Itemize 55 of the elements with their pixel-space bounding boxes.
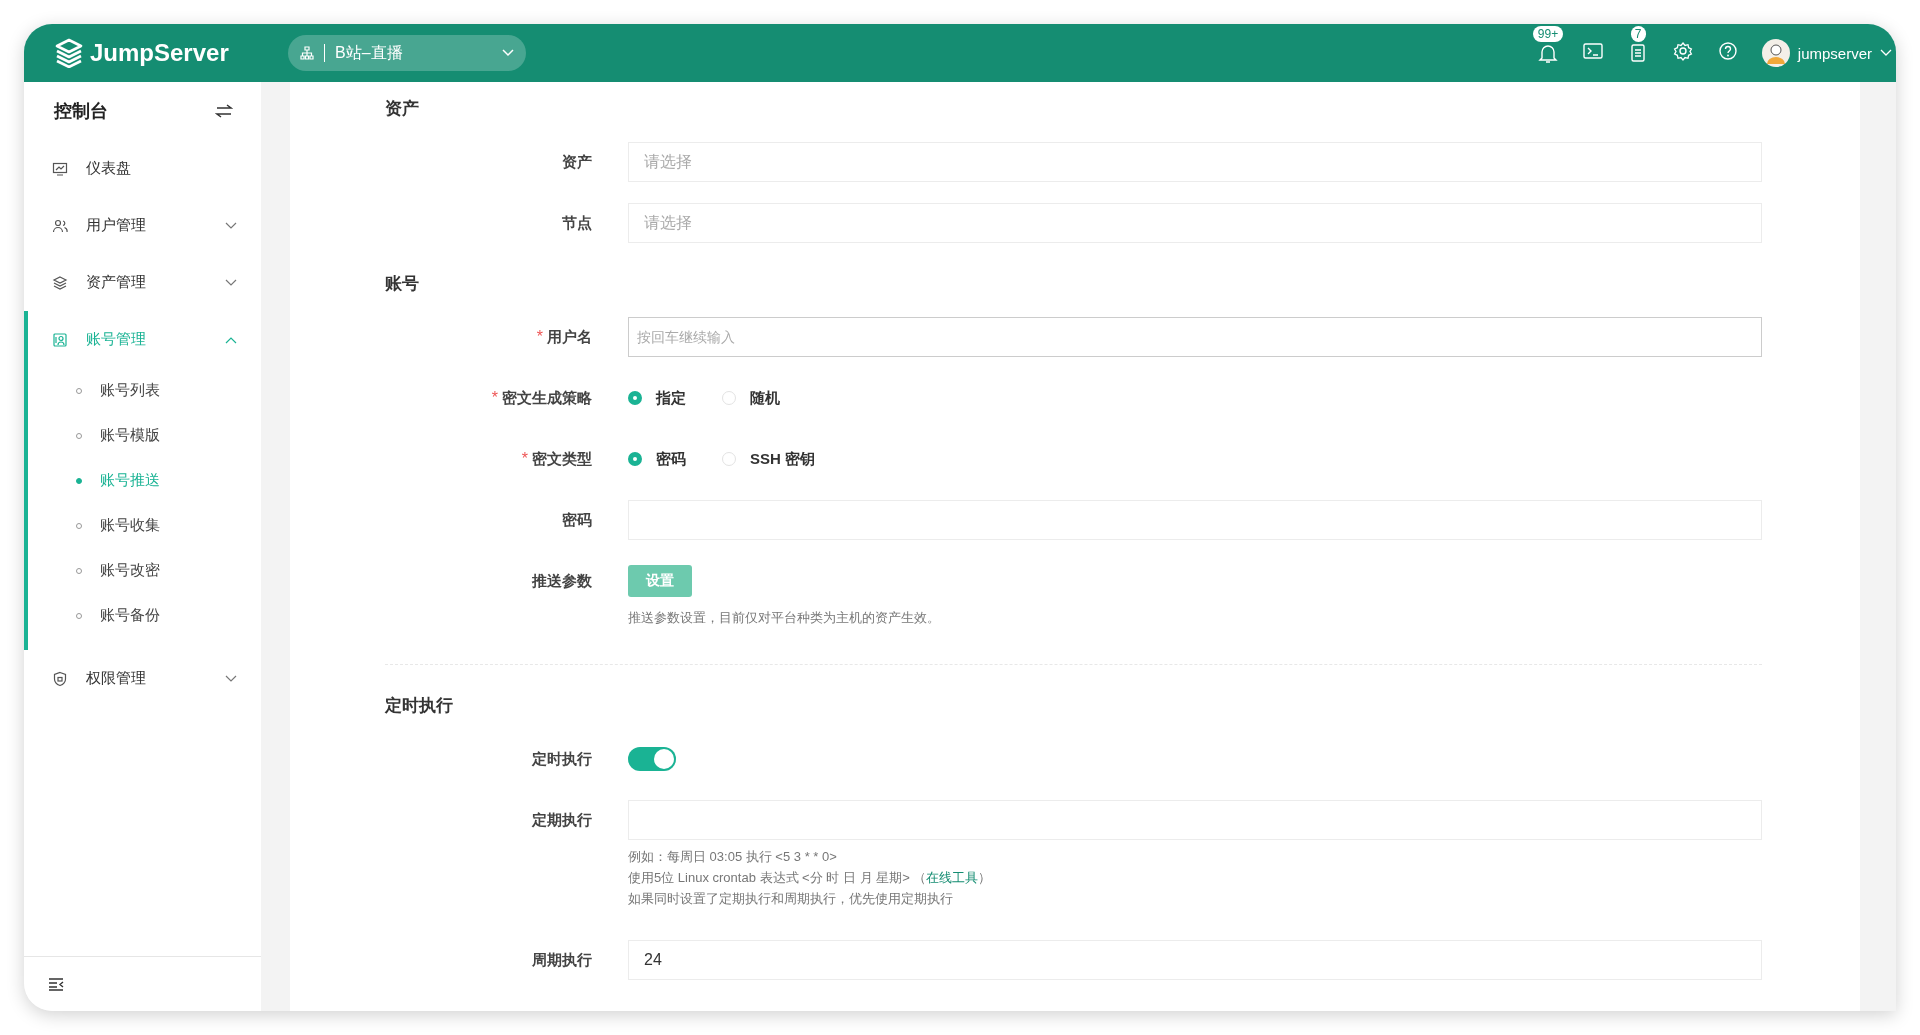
field-label: 资产 [562,153,592,170]
input-field[interactable]: 按回车继续输入 [628,317,1762,357]
logo-icon [54,38,84,68]
submenu-item[interactable]: 账号模版 [28,413,261,458]
radio-option[interactable]: SSH 密钥 [722,449,815,469]
field-label: 节点 [562,214,592,231]
notification-count: 99+ [1532,26,1564,42]
toggle-switch[interactable] [628,747,676,771]
field-label: 周期执行 [532,951,592,968]
section-title: 资产 [385,98,420,120]
section-title: 账号 [385,273,420,295]
submenu-item[interactable]: 账号列表 [28,368,261,413]
online-tool-link[interactable]: 在线工具 [926,870,979,885]
users-icon [52,217,68,234]
help-text: 使用5位 Linux crontab 表达式 <分 时 日 月 星期> （在线工具） [628,869,993,887]
required-mark: * [491,389,498,406]
collapse-menu-icon[interactable] [48,977,64,991]
menu-item[interactable]: 资产管理 [24,254,261,311]
radio-option[interactable]: 指定 [628,388,686,408]
field-label: 定时执行 [532,750,592,767]
chevron-down-icon [1880,49,1892,57]
task-count: 7 [1630,26,1646,42]
input-field[interactable]: 24 [628,940,1762,980]
radio-option[interactable]: 密码 [628,449,686,469]
avatar-icon [1761,39,1790,67]
section-title: 定时执行 [385,695,454,717]
submenu-item[interactable]: 账号收集 [28,503,261,548]
field-label: 用户名 [547,328,592,345]
required-mark: * [521,450,528,467]
chart-icon [52,160,68,177]
layers-icon [52,274,68,291]
notifications-button[interactable] [1536,42,1559,64]
tree-icon [300,46,314,60]
sidebar-title: 控制台 [54,100,108,123]
field-label: 密码 [562,511,592,528]
radio-option[interactable]: 随机 [722,388,780,408]
user-menu[interactable]: jumpserver [1761,39,1896,67]
required-mark: * [536,328,543,345]
menu-item[interactable]: 仪表盘 [24,140,261,197]
field-label: 定期执行 [532,811,592,828]
chevron-down-icon [502,49,514,57]
menu-item[interactable]: 用户管理 [24,197,261,254]
field-label: 密文类型 [532,450,592,467]
account-icon [52,331,68,348]
switch-icon[interactable] [215,103,233,119]
menu-item[interactable]: 权限管理 [24,650,261,707]
submenu-item[interactable]: 账号备份 [28,593,261,638]
help-text: 如果同时设置了定期执行和周期执行，优先使用定期执行 [628,890,954,908]
field-label: 密文生成策略 [502,389,592,406]
field-label: 推送参数 [532,572,592,589]
submenu-item[interactable]: 账号改密 [28,548,261,593]
shield-icon [52,670,68,687]
logo-text: JumpServer [90,39,229,67]
help-text: 例如：每周日 03:05 执行 <5 3 * * 0> [628,848,838,866]
help-text: 推送参数设置，目前仅对平台种类为主机的资产生效。 [628,609,941,627]
